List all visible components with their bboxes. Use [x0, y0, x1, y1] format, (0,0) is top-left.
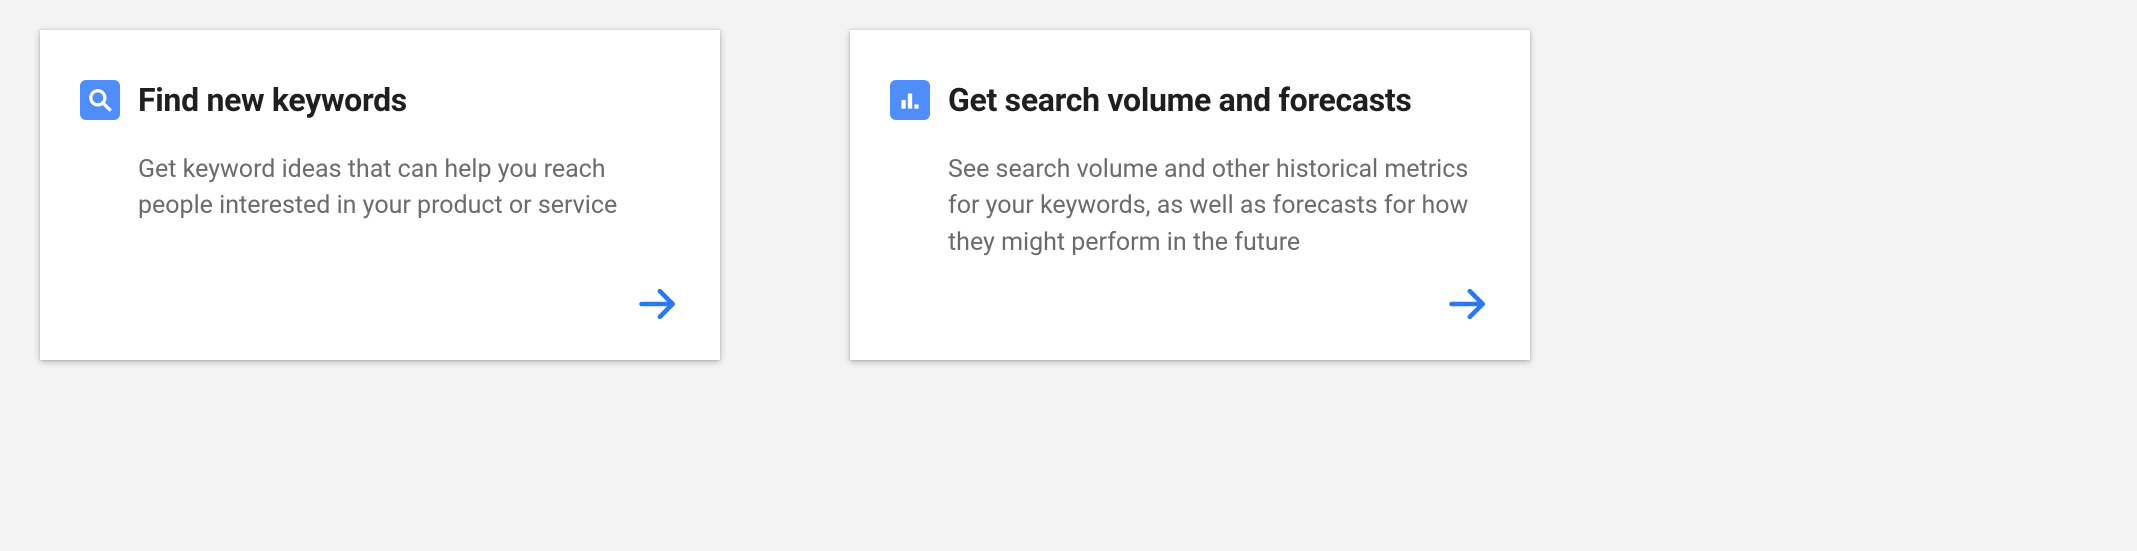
card-title: Find new keywords	[138, 81, 407, 119]
bar-chart-icon	[890, 80, 930, 120]
arrow-right-icon	[1446, 282, 1490, 330]
card-header: Find new keywords	[80, 80, 680, 120]
card-header: Get search volume and forecasts	[890, 80, 1490, 120]
card-description: Get keyword ideas that can help you reac…	[138, 152, 678, 225]
search-icon	[80, 80, 120, 120]
card-description: See search volume and other historical m…	[948, 152, 1488, 261]
find-keywords-card[interactable]: Find new keywords Get keyword ideas that…	[40, 30, 720, 360]
search-volume-card[interactable]: Get search volume and forecasts See sear…	[850, 30, 1530, 360]
card-title: Get search volume and forecasts	[948, 81, 1412, 119]
arrow-right-icon	[636, 282, 680, 330]
